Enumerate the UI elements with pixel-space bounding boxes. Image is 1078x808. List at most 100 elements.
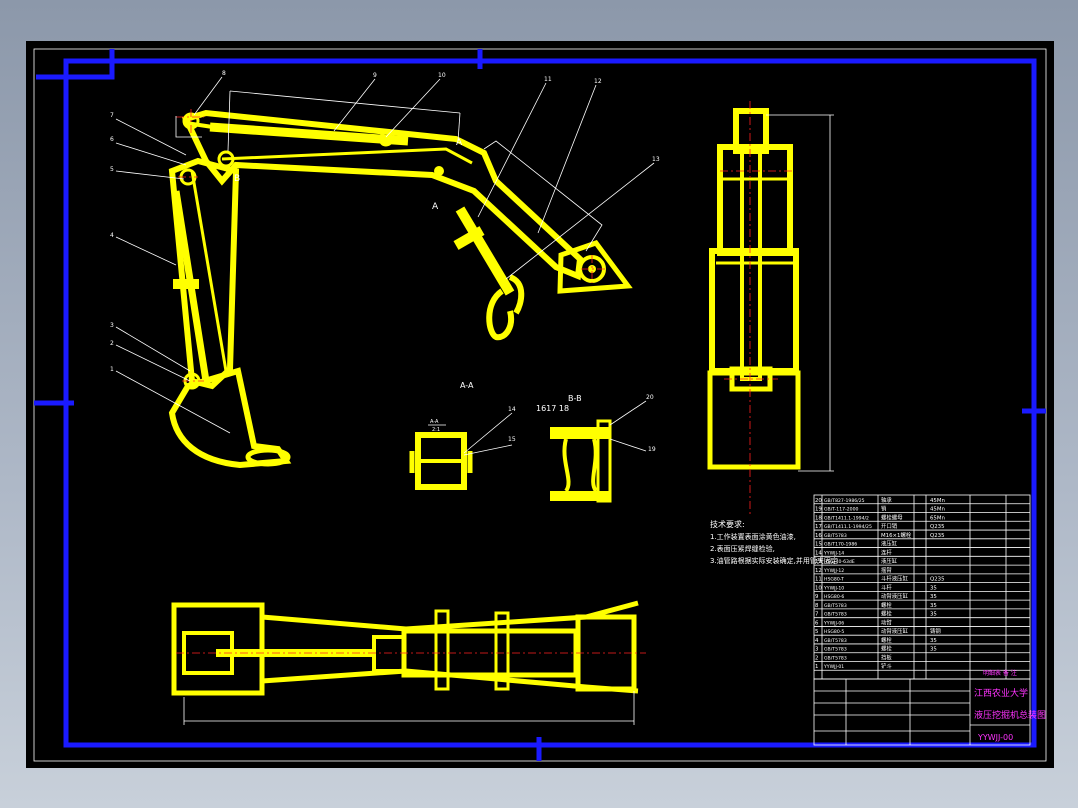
bom-cell-name: 开口销 <box>881 522 898 530</box>
bom-cell-name: 摇臂 <box>881 566 892 574</box>
bom-cell-material: 35 <box>930 612 937 618</box>
bom-cell-name: 动臂 <box>881 618 892 626</box>
bom-cell-code: YYWJJ-14 <box>823 550 844 556</box>
bom-cell-no: 18 <box>815 515 822 521</box>
cad-drawing: A A B 8 9 10 11 12 13 7 6 5 4 3 2 1 20 1… <box>33 48 1047 762</box>
tech-note-line: 2.表面压紧焊缝检验, <box>710 544 775 553</box>
balloon-1: 1 <box>110 366 114 373</box>
balloon-12: 12 <box>594 78 602 85</box>
balloon-13: 13 <box>652 156 660 163</box>
hook-b <box>508 274 525 315</box>
leader-line <box>537 84 597 234</box>
section-bb-side <box>562 438 571 493</box>
bom-cell-material: 65Mn <box>930 515 945 521</box>
leader-line <box>115 344 191 382</box>
bom-cell-no: 12 <box>815 568 822 574</box>
bom-cell-code: HSG80-6 <box>824 594 844 600</box>
bom-cell-code: GB/T5783 <box>824 638 847 644</box>
leader-line <box>333 78 376 132</box>
bom-cell-no: 13 <box>815 559 822 565</box>
bom-cell-name: 动臂液压缸 <box>881 627 909 635</box>
bom-cell-code: GB/T5783 <box>824 603 847 609</box>
bom-cell-no: 8 <box>815 603 819 609</box>
bom-cell-no: 4 <box>815 638 819 644</box>
bom-cell-code: HSG-40-63dE <box>824 559 855 565</box>
balloon-2: 2 <box>110 340 114 347</box>
bom-cell-name: 液压缸 <box>881 557 898 565</box>
balloon-6: 6 <box>110 136 114 143</box>
balloon-8: 8 <box>222 70 226 77</box>
section-aa: A-A A-A 2:1 <box>409 381 513 490</box>
leader-line <box>115 118 187 156</box>
bom-cell-name: 螺栓 <box>881 610 892 618</box>
title-block: 明细表 备 注 江西农业大学 液压挖掘机总装图 YYWJJ-00 <box>813 669 1046 746</box>
leader-line <box>115 142 187 166</box>
section-aa-label: A-A <box>460 381 474 390</box>
leader-line <box>609 438 647 452</box>
front-cylinder <box>740 149 762 381</box>
leader-line <box>193 76 223 116</box>
balloon-7: 7 <box>110 112 114 119</box>
excavator-side-view: A A B <box>115 76 655 469</box>
cut-label-b: B <box>234 174 240 184</box>
bom-cell-no: 7 <box>815 612 818 618</box>
dim-line <box>483 140 603 252</box>
cut-label-a1: A <box>456 138 463 148</box>
bom-cell-no: 5 <box>815 629 818 635</box>
balloon-11: 11 <box>544 76 552 83</box>
balloon-20: 20 <box>646 394 654 401</box>
bom-cell-name: M16×1螺栓 <box>881 531 912 539</box>
drawing-sheet: A A B 8 9 10 11 12 13 7 6 5 4 3 2 1 20 1… <box>26 41 1054 768</box>
bom-cell-name: 挡板 <box>881 653 892 661</box>
bom-cell-no: 1 <box>815 664 818 670</box>
bom-cell-code: YYWJJ-10 <box>823 585 844 591</box>
dim-line <box>457 112 461 142</box>
balloon-19: 19 <box>648 446 656 453</box>
cylinder-clamp <box>173 279 199 289</box>
leader-line <box>463 412 513 454</box>
bom-cell-no: 19 <box>815 507 822 513</box>
bom-cell-code: YYWJJ-01 <box>823 664 844 670</box>
university-name: 江西农业大学 <box>974 687 1028 699</box>
section-bb-note: 1617 18 <box>536 404 569 413</box>
bom-cell-material: 35 <box>930 638 937 644</box>
leader-line <box>115 236 177 266</box>
bom-cell-code: GB/T170-1986 <box>824 542 857 548</box>
dim-line <box>227 90 231 152</box>
section-bb-top <box>550 427 610 439</box>
section-bb-side <box>591 438 598 493</box>
bom-cell-name: 销 <box>881 505 887 513</box>
bom-cell-no: 17 <box>815 524 822 530</box>
bom-cell-no: 2 <box>815 655 818 661</box>
bom-cell-material: 35 <box>930 585 937 591</box>
leader-line <box>385 78 441 138</box>
bom-cell-name: 动臂液压缸 <box>881 592 909 600</box>
balloon-15: 15 <box>508 436 516 443</box>
bom-header: 明细表 备 注 <box>983 669 1017 677</box>
bom-cell-code: GB/T5783 <box>824 533 847 539</box>
balloon-5: 5 <box>110 166 114 173</box>
bom-cell-material: Q235 <box>930 533 945 539</box>
bom-cell-material: 45Mn <box>930 507 945 513</box>
boom-inner-edge <box>221 147 473 165</box>
balloon-14: 14 <box>508 406 516 413</box>
bom-cell-name: 液压缸 <box>881 540 898 548</box>
bom-cell-no: 20 <box>815 498 822 504</box>
section-bb: B-B 1617 18 <box>536 394 647 503</box>
section-aa-small: A-A <box>430 419 439 425</box>
bom-cell-material: 铸钢 <box>930 627 941 635</box>
bom-cell-name: 铲斗 <box>881 662 892 670</box>
leader-line <box>609 400 647 426</box>
bom-cell-material: Q235 <box>930 524 945 530</box>
bom-cell-material: 45Mn <box>930 498 945 504</box>
bom-cell-name: 螺栓 <box>881 636 892 644</box>
bom-cell-material: 35 <box>930 603 937 609</box>
bom-cell-no: 14 <box>815 550 822 556</box>
bom-cell-no: 9 <box>815 594 819 600</box>
bom-cell-code: GB/T-117-2000 <box>824 507 858 513</box>
bom-cell-no: 15 <box>815 542 822 548</box>
balloon-4: 4 <box>110 232 114 239</box>
balloon-3: 3 <box>110 322 114 329</box>
bom-cell-code: HSG80-T <box>824 577 844 583</box>
bom-cell-material: 35 <box>930 647 937 653</box>
